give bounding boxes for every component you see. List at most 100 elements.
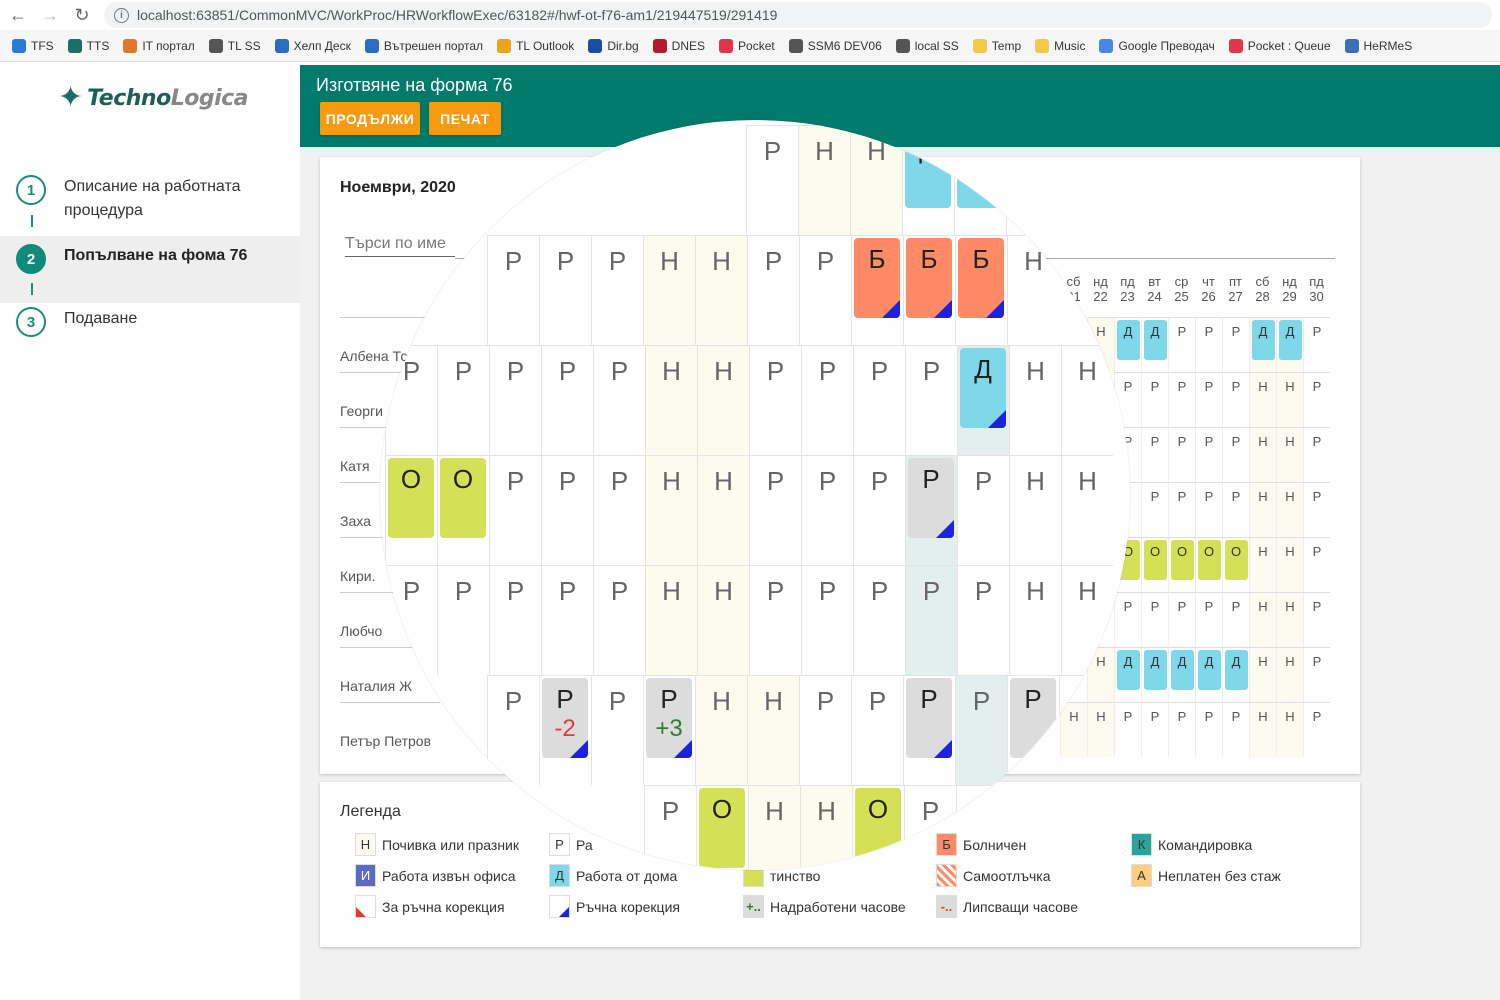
zoomed-day-cell[interactable]: Р: [541, 565, 593, 675]
day-cell[interactable]: Р: [1303, 537, 1330, 592]
zoomed-day-cell[interactable]: Р: [853, 565, 905, 675]
zoomed-day-cell[interactable]: Н: [645, 565, 697, 675]
day-cell[interactable]: Р: [1303, 647, 1330, 702]
reload-icon[interactable]: ↻: [72, 5, 92, 25]
bookmark-item[interactable]: Google Преводач: [1099, 38, 1215, 53]
zoomed-day-cell[interactable]: Р: [1006, 125, 1058, 235]
day-cell[interactable]: Р: [1222, 317, 1249, 372]
zoomed-day-cell[interactable]: Р: [1008, 785, 1060, 870]
zoomed-day-cell[interactable]: Н: [643, 235, 695, 345]
step-fill-form[interactable]: 2 Попълване на фома 76: [0, 236, 300, 303]
zoomed-day-cell[interactable]: Д: [902, 125, 954, 235]
zoomed-day-cell[interactable]: Р: [541, 455, 593, 565]
zoomed-day-cell[interactable]: Н: [1009, 455, 1061, 565]
zoomed-day-cell[interactable]: Р: [437, 345, 489, 455]
step-submit[interactable]: 3 Подаване: [0, 307, 300, 347]
day-cell[interactable]: Р: [1141, 482, 1168, 537]
bookmark-item[interactable]: SSM6 DEV06: [788, 38, 882, 53]
print-button[interactable]: ПЕЧАТ: [429, 102, 501, 135]
day-cell[interactable]: Р: [1114, 592, 1141, 647]
zoomed-day-cell[interactable]: Р: [487, 235, 539, 345]
zoomed-day-cell[interactable]: Р: [905, 345, 957, 455]
bookmark-item[interactable]: Pocket: [719, 38, 775, 53]
zoomed-day-cell[interactable]: Р: [747, 235, 799, 345]
day-cell[interactable]: Р: [1303, 372, 1330, 427]
zoomed-day-cell[interactable]: Р: [801, 565, 853, 675]
zoomed-day-cell[interactable]: Р: [801, 345, 853, 455]
bookmark-item[interactable]: Music: [1035, 38, 1085, 53]
zoomed-day-cell[interactable]: Р: [905, 455, 957, 565]
day-cell[interactable]: Р: [1195, 592, 1222, 647]
zoomed-day-cell[interactable]: Р: [437, 565, 489, 675]
zoomed-day-cell[interactable]: Н: [695, 235, 747, 345]
zoomed-day-cell[interactable]: О: [437, 455, 489, 565]
zoomed-day-cell[interactable]: Р: [489, 565, 541, 675]
zoomed-day-cell[interactable]: Р: [489, 455, 541, 565]
day-cell[interactable]: Н: [1276, 592, 1303, 647]
day-cell[interactable]: Н: [1249, 372, 1276, 427]
bookmark-item[interactable]: TL SS: [208, 38, 261, 53]
day-cell[interactable]: Р: [1141, 427, 1168, 482]
day-cell[interactable]: Р: [1195, 482, 1222, 537]
day-cell[interactable]: Р: [1168, 482, 1195, 537]
zoomed-day-cell[interactable]: Р: [851, 675, 903, 785]
day-cell[interactable]: Н: [1249, 427, 1276, 482]
day-cell[interactable]: Д: [1222, 647, 1249, 702]
day-cell[interactable]: Р: [1168, 702, 1195, 757]
day-cell[interactable]: Д: [1195, 647, 1222, 702]
day-cell[interactable]: Р: [1303, 702, 1330, 757]
info-icon[interactable]: i: [114, 7, 129, 23]
day-cell[interactable]: Р: [1222, 372, 1249, 427]
zoomed-manual-cell[interactable]: Р: [903, 675, 955, 785]
day-cell[interactable]: Р: [1195, 372, 1222, 427]
zoomed-day-cell[interactable]: Р: [644, 785, 696, 870]
zoomed-day-cell[interactable]: Р: [799, 675, 851, 785]
zoomed-day-cell[interactable]: Д: [957, 345, 1009, 455]
bookmark-item[interactable]: TL Outlook: [497, 38, 574, 53]
zoomed-day-cell[interactable]: Р: [799, 235, 851, 345]
day-cell[interactable]: Н: [1276, 647, 1303, 702]
zoomed-day-cell[interactable]: О: [385, 455, 437, 565]
day-cell[interactable]: Н: [1276, 372, 1303, 427]
day-cell[interactable]: Н: [1276, 482, 1303, 537]
day-cell[interactable]: Н: [1276, 702, 1303, 757]
zoomed-day-cell[interactable]: Н: [747, 675, 799, 785]
zoomed-day-cell[interactable]: Н: [695, 675, 747, 785]
zoomed-day-cell[interactable]: Р: [904, 785, 956, 870]
zoomed-day-cell[interactable]: Н: [1007, 235, 1059, 345]
zoomed-day-cell[interactable]: Р: [385, 565, 437, 675]
bookmark-item[interactable]: DNES: [652, 38, 705, 53]
day-cell[interactable]: Р: [1303, 317, 1330, 372]
zoomed-day-cell[interactable]: Р: [593, 345, 645, 455]
bookmark-item[interactable]: HeRMeS: [1344, 38, 1412, 53]
day-cell[interactable]: Д: [1141, 647, 1168, 702]
zoomed-day-cell[interactable]: Б: [955, 235, 1007, 345]
zoomed-day-cell[interactable]: Н: [748, 785, 800, 870]
zoomed-day-cell[interactable]: Р: [905, 565, 957, 675]
day-cell[interactable]: Р: [1168, 317, 1195, 372]
zoomed-day-cell[interactable]: Р: [541, 345, 593, 455]
zoomed-day-cell[interactable]: Р: [489, 345, 541, 455]
day-cell[interactable]: Р: [1114, 702, 1141, 757]
day-cell[interactable]: Р: [1303, 482, 1330, 537]
zoomed-day-cell[interactable]: Н: [645, 345, 697, 455]
zoomed-day-cell[interactable]: Р: [749, 455, 801, 565]
day-cell[interactable]: О: [1141, 537, 1168, 592]
day-cell[interactable]: Р: [1195, 702, 1222, 757]
bookmark-item[interactable]: Dir.bg: [588, 38, 639, 53]
zoomed-manual-cell[interactable]: Р -2: [539, 675, 591, 785]
zoomed-day-cell[interactable]: Р: [956, 785, 1008, 870]
day-cell[interactable]: О: [1195, 537, 1222, 592]
zoomed-day-cell[interactable]: Р: [487, 675, 539, 785]
day-cell[interactable]: Р: [1195, 427, 1222, 482]
bookmark-item[interactable]: Вътрешен портал: [364, 38, 483, 53]
address-bar[interactable]: i localhost:63851/CommonMVC/WorkProc/HRW…: [104, 2, 1492, 28]
step-description[interactable]: 1 Описание на работната процедура: [0, 173, 300, 235]
zoomed-day-cell[interactable]: Н: [1059, 675, 1111, 785]
zoomed-day-cell[interactable]: Р: [385, 345, 437, 455]
day-cell[interactable]: Д: [1114, 317, 1141, 372]
zoomed-day-cell[interactable]: Р: [955, 675, 1007, 785]
day-cell[interactable]: Р: [1168, 427, 1195, 482]
bookmark-item[interactable]: Temp: [972, 38, 1021, 53]
zoomed-day-cell[interactable]: Р: [593, 565, 645, 675]
